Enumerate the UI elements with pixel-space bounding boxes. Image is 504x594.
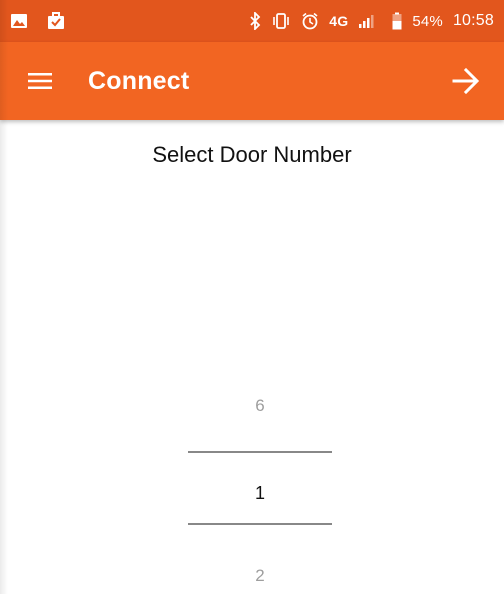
briefcase-check-icon [46,12,66,30]
network-label: 4G [329,13,349,29]
picker-divider-top [188,451,332,453]
status-bar: 4G 54% 10:58 [0,0,504,42]
bluetooth-icon [249,12,261,30]
select-door-prompt: Select Door Number [152,142,352,167]
picker-divider-bottom [188,523,332,525]
phone-screen: 4G 54% 10:58 Connect Select Door Number … [0,0,504,594]
hamburger-menu-icon [28,73,52,89]
app-bar: Connect [0,42,504,120]
battery-icon [392,12,402,30]
hamburger-menu-button[interactable] [26,67,54,95]
lte-icon: 4G [329,12,348,30]
page-title: Connect [88,66,190,95]
door-number-picker[interactable]: 6 1 2 [160,376,360,594]
vibrate-icon [271,12,291,30]
gallery-icon [10,12,28,30]
next-button[interactable] [448,63,484,99]
battery-percent: 54% [412,12,443,30]
picker-next-value[interactable]: 2 [160,566,360,586]
main-content: Select Door Number 6 1 2 [0,120,504,594]
status-left-icons [10,12,66,30]
signal-icon [358,12,374,30]
clock-time: 10:58 [452,12,494,29]
picker-selected-value[interactable]: 1 [160,483,360,504]
alarm-icon [301,12,319,30]
status-right-icons: 4G 54% 10:58 [249,12,494,30]
picker-previous-value[interactable]: 6 [160,396,360,416]
arrow-right-icon [452,67,480,95]
